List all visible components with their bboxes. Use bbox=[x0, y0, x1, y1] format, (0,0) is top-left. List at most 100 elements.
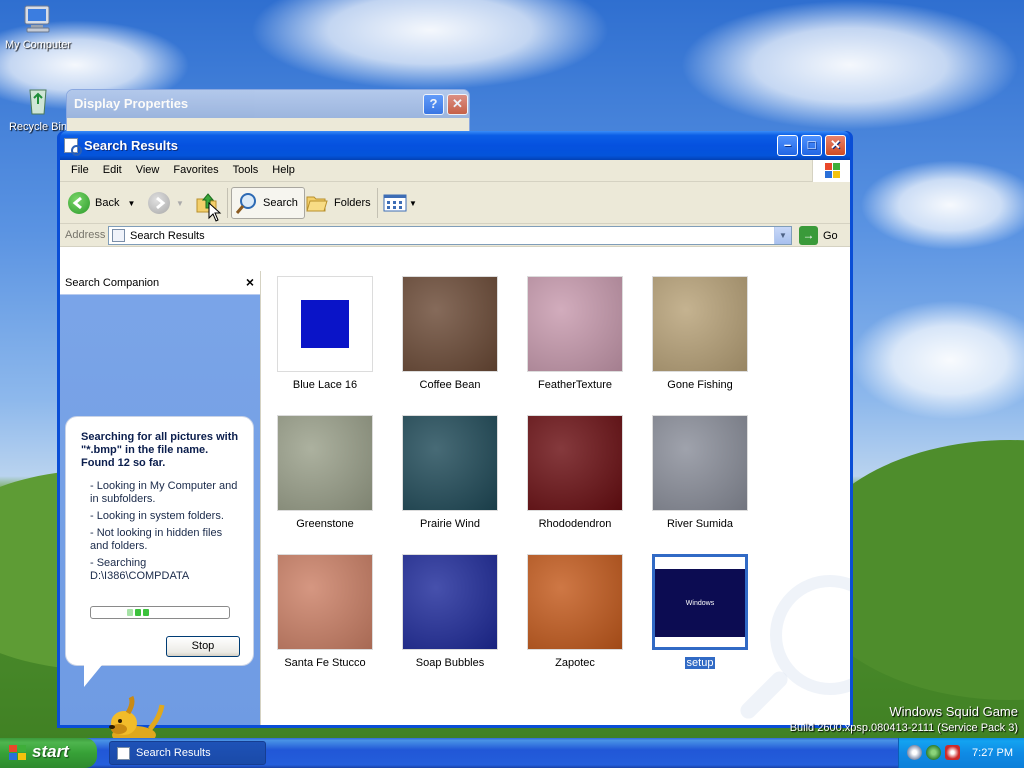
result-label-text: FeatherTexture bbox=[538, 379, 612, 391]
result-item[interactable]: Blue Lace 16 bbox=[277, 276, 373, 394]
result-thumbnail bbox=[527, 415, 623, 511]
build-info: Build 2600.xpsp.080413-2111 (Service Pac… bbox=[789, 722, 1018, 734]
toolbar-separator bbox=[377, 188, 378, 218]
result-item[interactable]: Santa Fe Stucco bbox=[277, 554, 373, 672]
menu-file[interactable]: File bbox=[64, 160, 96, 181]
result-label: Gone Fishing bbox=[652, 379, 748, 391]
maximize-button[interactable]: □ bbox=[801, 135, 822, 156]
clock[interactable]: 7:27 PM bbox=[972, 747, 1013, 759]
taskbar: start Search Results 7:27 PM bbox=[0, 738, 1024, 768]
computer-icon bbox=[24, 5, 50, 33]
forward-dropdown-icon[interactable]: ▼ bbox=[176, 199, 184, 208]
result-label: Santa Fe Stucco bbox=[277, 657, 373, 669]
desktop-icon-my-computer[interactable]: My Computer bbox=[0, 4, 76, 51]
menu-tools[interactable]: Tools bbox=[226, 160, 266, 181]
result-thumbnail bbox=[277, 554, 373, 650]
volume-icon[interactable] bbox=[926, 745, 941, 760]
menu-edit[interactable]: Edit bbox=[96, 160, 129, 181]
result-item[interactable]: Greenstone bbox=[277, 415, 373, 533]
minimize-button[interactable]: – bbox=[777, 135, 798, 156]
menu-help[interactable]: Help bbox=[265, 160, 302, 181]
system-tray: 7:27 PM bbox=[898, 738, 1024, 768]
close-pane-icon[interactable]: × bbox=[246, 274, 254, 290]
result-label-text: Soap Bubbles bbox=[415, 657, 485, 669]
views-button[interactable]: ▼ bbox=[383, 187, 417, 219]
address-bar: Address Search Results ▼ → Go bbox=[60, 224, 850, 247]
setup-thumbnail-text: Windows bbox=[655, 569, 745, 637]
result-item[interactable]: Soap Bubbles bbox=[402, 554, 498, 672]
search-results-icon bbox=[112, 229, 125, 242]
result-item[interactable]: Windows setup bbox=[652, 554, 748, 672]
go-button[interactable]: → Go bbox=[799, 226, 838, 245]
window-client: File Edit View Favorites Tools Help Back… bbox=[60, 160, 850, 744]
title-bar[interactable]: Search Results – □ ✕ bbox=[60, 131, 850, 160]
result-label: River Sumida bbox=[652, 518, 748, 530]
result-item[interactable]: Rhododendron bbox=[527, 415, 623, 533]
search-companion-pane: Search Companion × Searching for all pic… bbox=[60, 271, 261, 744]
recycle-bin-icon bbox=[29, 89, 47, 115]
menu-view[interactable]: View bbox=[129, 160, 167, 181]
result-thumbnail bbox=[652, 276, 748, 372]
desktop-branding: Windows Squid Game bbox=[889, 704, 1018, 719]
forward-button[interactable]: ▼ bbox=[148, 187, 184, 219]
mouse-cursor-icon bbox=[208, 202, 222, 222]
result-item[interactable]: Prairie Wind bbox=[402, 415, 498, 533]
result-label: Prairie Wind bbox=[402, 518, 498, 530]
back-button[interactable]: Back ▼ bbox=[68, 187, 135, 219]
windows-logo-icon bbox=[812, 160, 850, 182]
security-shield-icon[interactable] bbox=[945, 745, 960, 760]
result-item[interactable]: Zapotec bbox=[527, 554, 623, 672]
result-label: Soap Bubbles bbox=[402, 657, 498, 669]
address-label: Address bbox=[65, 229, 106, 241]
result-thumbnail bbox=[402, 554, 498, 650]
result-thumbnail bbox=[527, 554, 623, 650]
result-item[interactable]: FeatherTexture bbox=[527, 276, 623, 394]
result-label: Blue Lace 16 bbox=[277, 379, 373, 391]
result-item[interactable]: Coffee Bean bbox=[402, 276, 498, 394]
taskbar-item-search-results[interactable]: Search Results bbox=[109, 741, 266, 765]
search-progress-bar bbox=[90, 606, 230, 619]
taskbar-item-label: Search Results bbox=[136, 747, 211, 759]
result-label-text: Santa Fe Stucco bbox=[284, 657, 366, 669]
start-button[interactable]: start bbox=[0, 738, 97, 768]
result-label: Coffee Bean bbox=[402, 379, 498, 391]
back-arrow-icon bbox=[68, 192, 90, 214]
result-label: FeatherTexture bbox=[527, 379, 623, 391]
result-label-text: setup bbox=[684, 657, 716, 669]
search-icon bbox=[235, 193, 256, 214]
result-label-text: Prairie Wind bbox=[420, 518, 480, 530]
toolbar-separator bbox=[227, 188, 228, 218]
address-value: Search Results bbox=[130, 230, 205, 242]
network-icon[interactable] bbox=[907, 745, 922, 760]
go-arrow-icon: → bbox=[799, 226, 818, 245]
help-button[interactable]: ? bbox=[423, 94, 444, 115]
result-label: Zapotec bbox=[527, 657, 623, 669]
search-status-item: - Looking in My Computer and in subfolde… bbox=[90, 480, 238, 505]
stop-button[interactable]: Stop bbox=[166, 636, 240, 657]
menu-favorites[interactable]: Favorites bbox=[166, 160, 225, 181]
result-label: setup bbox=[652, 657, 748, 669]
forward-arrow-icon bbox=[148, 192, 170, 214]
result-item[interactable]: Gone Fishing bbox=[652, 276, 748, 394]
close-button[interactable]: ✕ bbox=[825, 135, 846, 156]
result-thumbnail: Windows bbox=[652, 554, 748, 650]
search-results-view: Blue Lace 16 Coffee Bean FeatherTexture Gon… bbox=[261, 271, 850, 725]
back-dropdown-icon[interactable]: ▼ bbox=[127, 199, 135, 208]
views-dropdown-icon: ▼ bbox=[409, 198, 417, 208]
result-item[interactable]: River Sumida bbox=[652, 415, 748, 533]
search-results-window: Search Results – □ ✕ File Edit View Favo… bbox=[57, 131, 853, 744]
folders-label: Folders bbox=[334, 197, 371, 209]
menu-bar: File Edit View Favorites Tools Help bbox=[60, 160, 850, 182]
close-button[interactable]: ✕ bbox=[447, 94, 468, 115]
result-thumbnail bbox=[527, 276, 623, 372]
address-input[interactable]: Search Results ▼ bbox=[108, 226, 792, 245]
desktop-icon-recycle-bin[interactable]: Recycle Bin bbox=[0, 86, 76, 133]
toolbar: Back ▼ ▼ Search Folders ▼ bbox=[60, 182, 850, 224]
folders-button[interactable]: Folders bbox=[305, 187, 371, 219]
result-label-text: Gone Fishing bbox=[667, 379, 733, 391]
result-label-text: Blue Lace 16 bbox=[292, 379, 358, 391]
search-button[interactable]: Search bbox=[231, 187, 305, 219]
result-label-text: Coffee Bean bbox=[419, 379, 481, 391]
back-label: Back bbox=[95, 197, 120, 209]
address-dropdown-icon[interactable]: ▼ bbox=[774, 227, 791, 244]
